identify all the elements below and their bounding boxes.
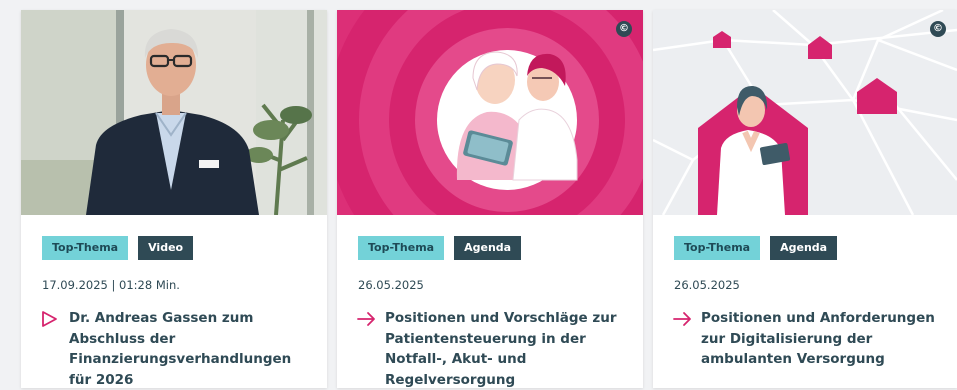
video-thumbnail[interactable] bbox=[21, 10, 327, 215]
tag-list: Top-Thema Video bbox=[42, 236, 194, 260]
article-card[interactable]: © Top-Thema Agenda 26.05.2025 Positionen… bbox=[337, 10, 643, 388]
tag-top-thema[interactable]: Top-Thema bbox=[674, 236, 761, 260]
card-image[interactable]: © bbox=[653, 10, 957, 215]
copyright-icon[interactable]: © bbox=[616, 21, 632, 37]
card-image[interactable]: © bbox=[337, 10, 643, 215]
card-image[interactable] bbox=[21, 10, 327, 215]
doctor-patient-illustration bbox=[337, 10, 643, 215]
card-date-duration: 17.09.2025 | 01:28 Min. bbox=[42, 278, 180, 292]
copyright-icon[interactable]: © bbox=[930, 21, 946, 37]
arrow-right-icon bbox=[357, 312, 375, 326]
tag-list: Top-Thema Agenda bbox=[674, 236, 838, 260]
tag-list: Top-Thema Agenda bbox=[358, 236, 522, 260]
tag-agenda[interactable]: Agenda bbox=[454, 236, 522, 260]
card-title: Positionen und Anforderungen zur Digital… bbox=[701, 310, 935, 367]
card-title-link[interactable]: Positionen und Anforderungen zur Digital… bbox=[672, 308, 945, 370]
card-title: Dr. Andreas Gassen zum Abschluss der Fin… bbox=[69, 310, 292, 388]
card-title-link[interactable]: Dr. Andreas Gassen zum Abschluss der Fin… bbox=[40, 308, 315, 390]
tag-video[interactable]: Video bbox=[138, 236, 194, 260]
card-title-link[interactable]: Positionen und Vorschläge zur Patientens… bbox=[356, 308, 631, 390]
tag-top-thema[interactable]: Top-Thema bbox=[358, 236, 445, 260]
article-card[interactable]: © Top-Thema Agenda 26.05.2025 Positionen… bbox=[653, 10, 957, 388]
tag-agenda[interactable]: Agenda bbox=[770, 236, 838, 260]
article-teaser-row: Top-Thema Video 17.09.2025 | 01:28 Min. … bbox=[0, 0, 957, 390]
arrow-right-icon bbox=[673, 312, 691, 326]
tag-top-thema[interactable]: Top-Thema bbox=[42, 236, 129, 260]
doctor-network-illustration bbox=[653, 10, 957, 215]
play-icon bbox=[42, 311, 57, 327]
card-date: 26.05.2025 bbox=[674, 278, 740, 292]
card-title: Positionen und Vorschläge zur Patientens… bbox=[385, 310, 617, 388]
article-card[interactable]: Top-Thema Video 17.09.2025 | 01:28 Min. … bbox=[21, 10, 327, 388]
card-date: 26.05.2025 bbox=[358, 278, 424, 292]
